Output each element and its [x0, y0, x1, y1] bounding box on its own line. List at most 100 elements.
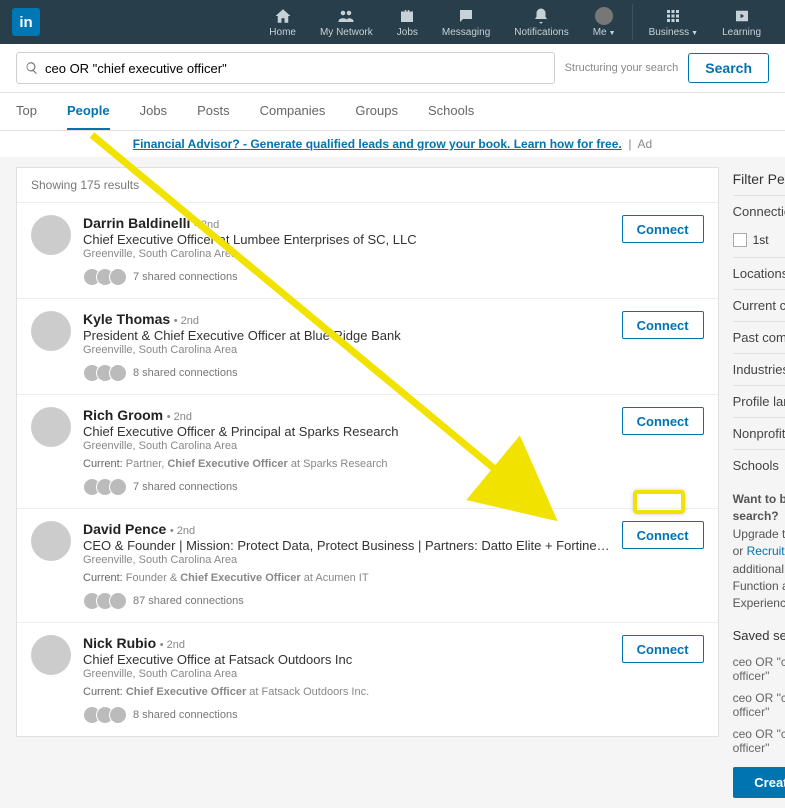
avatar[interactable] [31, 521, 71, 561]
tab-schools[interactable]: Schools [428, 93, 474, 130]
search-input[interactable] [45, 61, 546, 76]
connect-button[interactable]: Connect [622, 521, 704, 549]
current-role: Current: Chief Executive Officer at Fats… [83, 686, 610, 698]
filter-section[interactable]: Past companies⌄ [733, 321, 785, 353]
person-location: Greenville, South Carolina Area [83, 554, 610, 566]
results-panel: Showing 175 results Darrin Baldinelli • … [16, 167, 719, 737]
filter-section[interactable]: Nonprofit interests⌄ [733, 417, 785, 449]
filter-section[interactable]: Profile language⌄ [733, 385, 785, 417]
results-count: Showing 175 results [17, 168, 718, 202]
jobs-icon [398, 7, 416, 25]
nav-messaging[interactable]: Messaging [430, 0, 502, 44]
tab-top[interactable]: Top [16, 93, 37, 130]
shared-connections[interactable]: 87 shared connections [83, 592, 610, 610]
connection-filter-1st[interactable]: 1st [733, 233, 769, 247]
upgrade-text: Want to better focus your search? Upgrad… [733, 481, 785, 613]
filter-section[interactable]: Industries⌄ [733, 353, 785, 385]
person-headline: CEO & Founder | Mission: Protect Data, P… [83, 538, 610, 553]
person-location: Greenville, South Carolina Area [83, 248, 610, 260]
global-nav: in Home My Network Jobs Messaging Notifi… [0, 0, 785, 44]
person-headline: Chief Executive Officer at Lumbee Enterp… [83, 232, 610, 247]
nav-jobs[interactable]: Jobs [385, 0, 430, 44]
nav-separator [632, 4, 633, 40]
nav-me[interactable]: Me▼ [581, 0, 628, 44]
connection-degree: • 2nd [170, 525, 195, 537]
nav-learning[interactable]: Learning [710, 0, 773, 44]
person-name[interactable]: Nick Rubio [83, 635, 156, 651]
search-box[interactable] [16, 52, 555, 84]
result-card: Nick Rubio • 2nd Chief Executive Office … [17, 622, 718, 736]
search-row: Structuring your search Search [0, 44, 785, 93]
nav-network[interactable]: My Network [308, 0, 385, 44]
filter-section[interactable]: Locations⌄ [733, 257, 785, 289]
nav-home[interactable]: Home [257, 0, 308, 44]
shared-connections[interactable]: 7 shared connections [83, 268, 610, 286]
person-name[interactable]: Rich Groom [83, 407, 163, 423]
linkedin-logo[interactable]: in [12, 8, 40, 36]
connect-button[interactable]: Connect [622, 407, 704, 435]
tab-jobs[interactable]: Jobs [140, 93, 167, 130]
bell-icon [532, 7, 550, 25]
structuring-link[interactable]: Structuring your search [565, 62, 679, 74]
checkbox-icon [733, 233, 747, 247]
current-role: Current: Founder & Chief Executive Offic… [83, 572, 610, 584]
saved-search-item[interactable]: ceo OR "chief executive officer" [733, 687, 785, 723]
shared-connections[interactable]: 8 shared connections [83, 364, 610, 382]
filter-section[interactable]: Current companies⌄ [733, 289, 785, 321]
saved-search-item[interactable]: ceo OR "chief executive officer" [733, 723, 785, 759]
person-location: Greenville, South Carolina Area [83, 440, 610, 452]
connect-button[interactable]: Connect [622, 215, 704, 243]
result-card: Kyle Thomas • 2nd President & Chief Exec… [17, 298, 718, 394]
avatar[interactable] [31, 215, 71, 255]
connection-degree: • 2nd [160, 639, 185, 651]
connect-button[interactable]: Connect [622, 311, 704, 339]
shared-connections[interactable]: 7 shared connections [83, 478, 610, 496]
search-icon [25, 61, 39, 75]
filter-connections[interactable]: Connections⌃ [733, 195, 785, 227]
connection-degree: • 2nd [167, 411, 192, 423]
person-location: Greenville, South Carolina Area [83, 344, 610, 356]
grid-icon [664, 7, 682, 25]
result-card: Rich Groom • 2nd Chief Executive Officer… [17, 394, 718, 508]
filter-header: Filter People by [733, 167, 785, 195]
connection-degree: • 2nd [194, 219, 219, 231]
saved-search-item[interactable]: ceo OR "chief executive officer" [733, 651, 785, 687]
search-tabs: Top People Jobs Posts Companies Groups S… [0, 93, 785, 131]
result-card: Darrin Baldinelli • 2nd Chief Executive … [17, 202, 718, 298]
avatar[interactable] [31, 311, 71, 351]
filter-section[interactable]: Schools⌄ [733, 449, 785, 481]
person-headline: Chief Executive Officer & Principal at S… [83, 424, 610, 439]
nav-notifications[interactable]: Notifications [502, 0, 580, 44]
avatar-icon [595, 7, 613, 25]
filter-sidebar: Filter People by Connections⌃ 1st✓2nd3rd… [733, 167, 785, 798]
saved-searches-label: Saved searches [733, 628, 785, 643]
connect-button[interactable]: Connect [622, 635, 704, 663]
tab-posts[interactable]: Posts [197, 93, 230, 130]
search-button[interactable]: Search [688, 53, 769, 83]
content: Showing 175 results Darrin Baldinelli • … [0, 157, 785, 808]
home-icon [274, 7, 292, 25]
person-location: Greenville, South Carolina Area [83, 668, 610, 680]
result-card: David Pence • 2nd CEO & Founder | Missio… [17, 508, 718, 622]
avatar[interactable] [31, 407, 71, 447]
create-search-alert-button[interactable]: Create search alert [733, 767, 785, 798]
connection-degree: • 2nd [174, 315, 199, 327]
person-name[interactable]: David Pence [83, 521, 166, 537]
person-name[interactable]: Darrin Baldinelli [83, 215, 190, 231]
messaging-icon [457, 7, 475, 25]
ad-link[interactable]: Financial Advisor? - Generate qualified … [133, 137, 622, 151]
learning-icon [733, 7, 751, 25]
tab-companies[interactable]: Companies [260, 93, 326, 130]
person-headline: Chief Executive Office at Fatsack Outdoo… [83, 652, 610, 667]
shared-connections[interactable]: 8 shared connections [83, 706, 610, 724]
ad-banner[interactable]: Financial Advisor? - Generate qualified … [0, 131, 785, 157]
network-icon [337, 7, 355, 25]
person-headline: President & Chief Executive Officer at B… [83, 328, 610, 343]
avatar[interactable] [31, 635, 71, 675]
tab-people[interactable]: People [67, 93, 110, 130]
person-name[interactable]: Kyle Thomas [83, 311, 170, 327]
tab-groups[interactable]: Groups [355, 93, 398, 130]
nav-business[interactable]: Business▼ [637, 0, 711, 44]
recruiter-link[interactable]: Recruiter [747, 544, 785, 558]
current-role: Current: Partner, Chief Executive Office… [83, 458, 610, 470]
